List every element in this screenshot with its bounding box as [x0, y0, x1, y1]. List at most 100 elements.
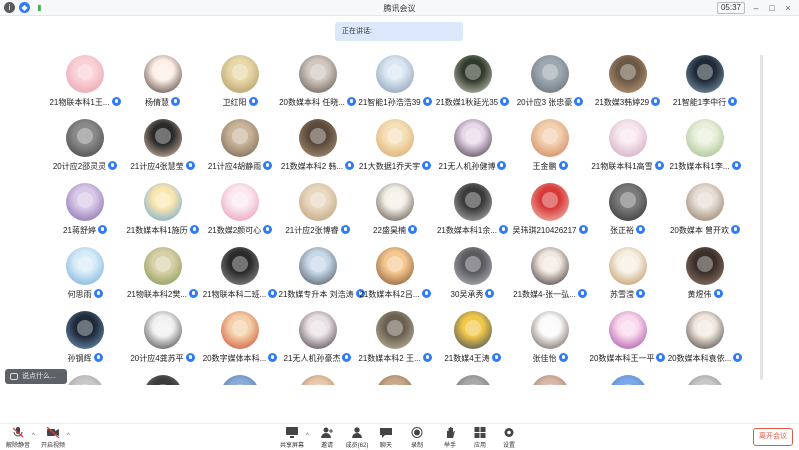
participant-tile[interactable]: 22盛昊楠 [356, 183, 434, 247]
members-button[interactable]: 成员(62) [341, 427, 373, 449]
mic-icon [345, 161, 355, 170]
participant-tile[interactable]: 孙钢辉 [46, 311, 124, 375]
participant-tile[interactable]: 21数媒本科1李... [666, 119, 744, 183]
participant-name: 20数媒本科 任晓... [279, 97, 357, 108]
avatar [608, 375, 647, 385]
participant-tile[interactable]: 20数媒本 曾开欢 [666, 183, 744, 247]
participant-name: 21大数据1乔天宇 [356, 161, 434, 172]
participant-tile[interactable]: 21物联本科二班... [201, 247, 279, 311]
participant-tile[interactable]: 卫红阳 [201, 55, 279, 119]
participant-tile[interactable]: 21智能1孙浩浩39 [356, 55, 434, 119]
chat-button[interactable]: 聊天 [370, 427, 402, 449]
participant-tile[interactable]: 21数媒本科1余... [434, 183, 512, 247]
settings-button[interactable]: 设置 [493, 427, 525, 449]
participant-tile[interactable]: 21数媒4-张一弘... [511, 247, 589, 311]
participant-name: 21智能1李中行 [666, 97, 744, 108]
raise-hand-button[interactable]: 举手 [434, 427, 466, 449]
record-button[interactable]: 录制 [401, 427, 433, 449]
participant-tile[interactable]: 21数媒1秋延光35 [434, 55, 512, 119]
participant-tile[interactable]: 30吴承秀 [434, 247, 512, 311]
participant-tile[interactable]: 21数媒2颜可心 [201, 183, 279, 247]
grid-scrollbar[interactable] [760, 55, 763, 380]
participant-tile[interactable]: 21数媒本科2 王... [356, 311, 434, 375]
avatar [453, 311, 492, 349]
participant-name: 苏雪滢 [589, 289, 667, 300]
apps-button[interactable]: 应用 [464, 427, 496, 449]
mic-icon [268, 289, 278, 298]
participant-tile[interactable]: 20计应4龚苏平 [124, 311, 202, 375]
participant-tile[interactable] [434, 375, 512, 385]
leave-meeting-button[interactable]: 离开会议 [753, 428, 793, 446]
participant-name: 21数媒本科2 王... [356, 353, 434, 364]
mic-icon [558, 161, 568, 170]
participant-tile[interactable]: 20数媒本科 任晓... [279, 55, 357, 119]
participant-tile[interactable]: 黄煜伟 [666, 247, 744, 311]
apps-grid-icon [474, 427, 486, 438]
mic-icon [491, 353, 501, 362]
participant-tile[interactable]: 何思雨 [46, 247, 124, 311]
participant-tile[interactable] [356, 375, 434, 385]
invite-button[interactable]: 邀请 [311, 427, 343, 449]
participant-tile[interactable]: 21计应2张博睿 [279, 183, 357, 247]
participant-tile[interactable]: 21计应4胡静雨 [201, 119, 279, 183]
participant-tile[interactable]: 21物联本科1王... [46, 55, 124, 119]
share-label: 共享屏幕 [279, 443, 304, 449]
participant-tile[interactable]: 21数媒本科2吕... [356, 247, 434, 311]
participant-tile[interactable]: 20计应3 张忠豪 [511, 55, 589, 119]
participant-tile[interactable]: 21数媒本科1施历 [124, 183, 202, 247]
mic-icon [422, 353, 432, 362]
participant-tile[interactable]: 吴玮琪210426217 [511, 183, 589, 247]
video-label: 开启视频 [40, 443, 65, 449]
maximize-icon[interactable]: □ [767, 3, 777, 13]
window-title: 腾讯会议 [383, 4, 416, 13]
participant-tile[interactable]: 张正裕 [589, 183, 667, 247]
participant-tile[interactable] [201, 375, 279, 385]
participant-name: 张佳怡 [511, 353, 589, 364]
participant-tile[interactable]: 21计应4张慧莹 [124, 119, 202, 183]
participant-tile[interactable]: 21蒋舒婷 [46, 183, 124, 247]
participant-tile[interactable]: 21无人机孙豪杰 [279, 311, 357, 375]
participant-tile[interactable]: 20计应2邵灵灵 [46, 119, 124, 183]
participant-tile[interactable]: 苏雪滢 [589, 247, 667, 311]
participant-tile[interactable] [589, 375, 667, 385]
participant-tile[interactable] [279, 375, 357, 385]
participant-tile[interactable]: 20数媒本科王一平 [589, 311, 667, 375]
chat-input[interactable]: 说点什么... [5, 369, 67, 384]
participant-name: 21数媒专升本 刘浩涛 [279, 289, 365, 300]
participant-tile[interactable]: 21数媒本科2 韩... [279, 119, 357, 183]
participant-tile[interactable]: 21数媒3韩婷29 [589, 55, 667, 119]
meeting-timer: 05:37 [716, 2, 745, 14]
participant-tile[interactable]: 21物联本科2樊... [124, 247, 202, 311]
participant-tile[interactable]: 21物联本科1高雪 [589, 119, 667, 183]
mute-button[interactable]: 解除静音 [2, 427, 34, 449]
close-icon[interactable]: × [783, 3, 793, 13]
mic-icon [558, 353, 568, 362]
participant-tile[interactable]: 21智能1李中行 [666, 55, 744, 119]
share-options-chevron-icon[interactable]: ^ [306, 433, 309, 439]
participant-tile[interactable] [666, 375, 744, 385]
participant-tile[interactable]: 21无人机孙健博 [434, 119, 512, 183]
gear-icon [504, 428, 514, 437]
participant-name: 21计应4胡静雨 [201, 161, 279, 172]
participant-tile[interactable]: 21大数据1乔天宇 [356, 119, 434, 183]
participant-tile[interactable]: 21数媒专升本 刘浩涛 [279, 247, 365, 311]
participant-tile[interactable]: 21数媒4王涛 [434, 311, 512, 375]
video-options-chevron-icon[interactable]: ^ [67, 433, 70, 439]
mute-options-chevron-icon[interactable]: ^ [32, 433, 35, 439]
participant-tile[interactable]: 20数字媒体本科... [201, 311, 279, 375]
participant-tile[interactable] [511, 375, 589, 385]
video-button[interactable]: 开启视频 [37, 427, 69, 449]
participant-name: 21数媒4王涛 [434, 353, 512, 364]
share-screen-button[interactable]: 共享屏幕 [276, 427, 308, 449]
participant-tile[interactable]: 张佳怡 [511, 311, 589, 375]
avatar [66, 311, 104, 349]
participant-tile[interactable] [124, 375, 202, 385]
participant-name: 何思雨 [46, 289, 124, 300]
participant-tile[interactable]: 杨倩慧 [124, 55, 202, 119]
participant-tile[interactable]: 王金鹏 [511, 119, 589, 183]
participant-name: 21数媒本科2 韩... [279, 161, 357, 172]
minimize-icon[interactable]: – [751, 3, 761, 13]
participant-tile[interactable]: 20数媒本科袁依... [666, 311, 744, 375]
participant-name: 王金鹏 [511, 161, 589, 172]
avatar [531, 247, 569, 285]
